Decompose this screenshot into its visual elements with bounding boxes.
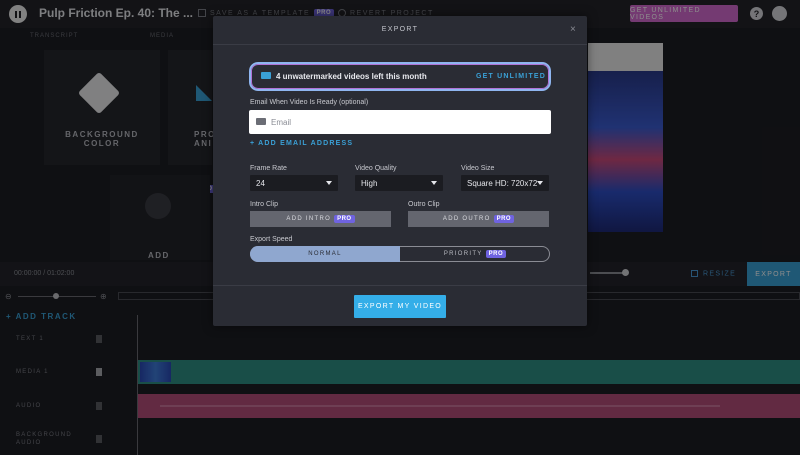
video-size-select[interactable]: Square HD: 720x720 bbox=[461, 175, 549, 191]
video-camera-icon bbox=[261, 72, 271, 79]
chevron-down-icon bbox=[431, 181, 437, 185]
email-field[interactable] bbox=[249, 110, 551, 134]
add-email-address-button[interactable]: + ADD EMAIL ADDRESS bbox=[250, 140, 353, 147]
video-quality-select[interactable]: High bbox=[355, 175, 443, 191]
modal-divider bbox=[213, 285, 587, 286]
export-my-video-button[interactable]: EXPORT MY VIDEO bbox=[354, 295, 446, 318]
modal-title: EXPORT bbox=[381, 26, 419, 33]
chevron-down-icon bbox=[326, 181, 332, 185]
video-quality-label: Video Quality bbox=[355, 165, 397, 172]
speed-normal-option[interactable]: NORMAL bbox=[250, 246, 400, 262]
email-placeholder[interactable]: Email bbox=[271, 118, 291, 127]
pro-badge: PRO bbox=[485, 250, 507, 258]
pro-badge: PRO bbox=[493, 215, 515, 223]
add-outro-button[interactable]: ADD OUTRO PRO bbox=[408, 211, 549, 227]
get-unlimited-link[interactable]: GET UNLIMITED bbox=[476, 73, 546, 80]
frame-rate-select[interactable]: 24 bbox=[250, 175, 338, 191]
export-speed-label: Export Speed bbox=[250, 236, 293, 243]
outro-clip-label: Outro Clip bbox=[408, 201, 440, 208]
envelope-icon bbox=[256, 118, 266, 125]
chevron-down-icon bbox=[537, 181, 543, 185]
email-label: Email When Video Is Ready (optional) bbox=[250, 99, 369, 106]
video-size-label: Video Size bbox=[461, 165, 495, 172]
frame-rate-label: Frame Rate bbox=[250, 165, 287, 172]
intro-clip-label: Intro Clip bbox=[250, 201, 279, 208]
close-icon[interactable]: × bbox=[570, 24, 576, 35]
banner-text: 4 unwatermarked videos left this month bbox=[276, 72, 427, 81]
pro-badge: PRO bbox=[334, 215, 355, 223]
speed-priority-option[interactable]: PRIORITY PRO bbox=[400, 246, 550, 262]
add-intro-button[interactable]: ADD INTRO PRO bbox=[250, 211, 391, 227]
